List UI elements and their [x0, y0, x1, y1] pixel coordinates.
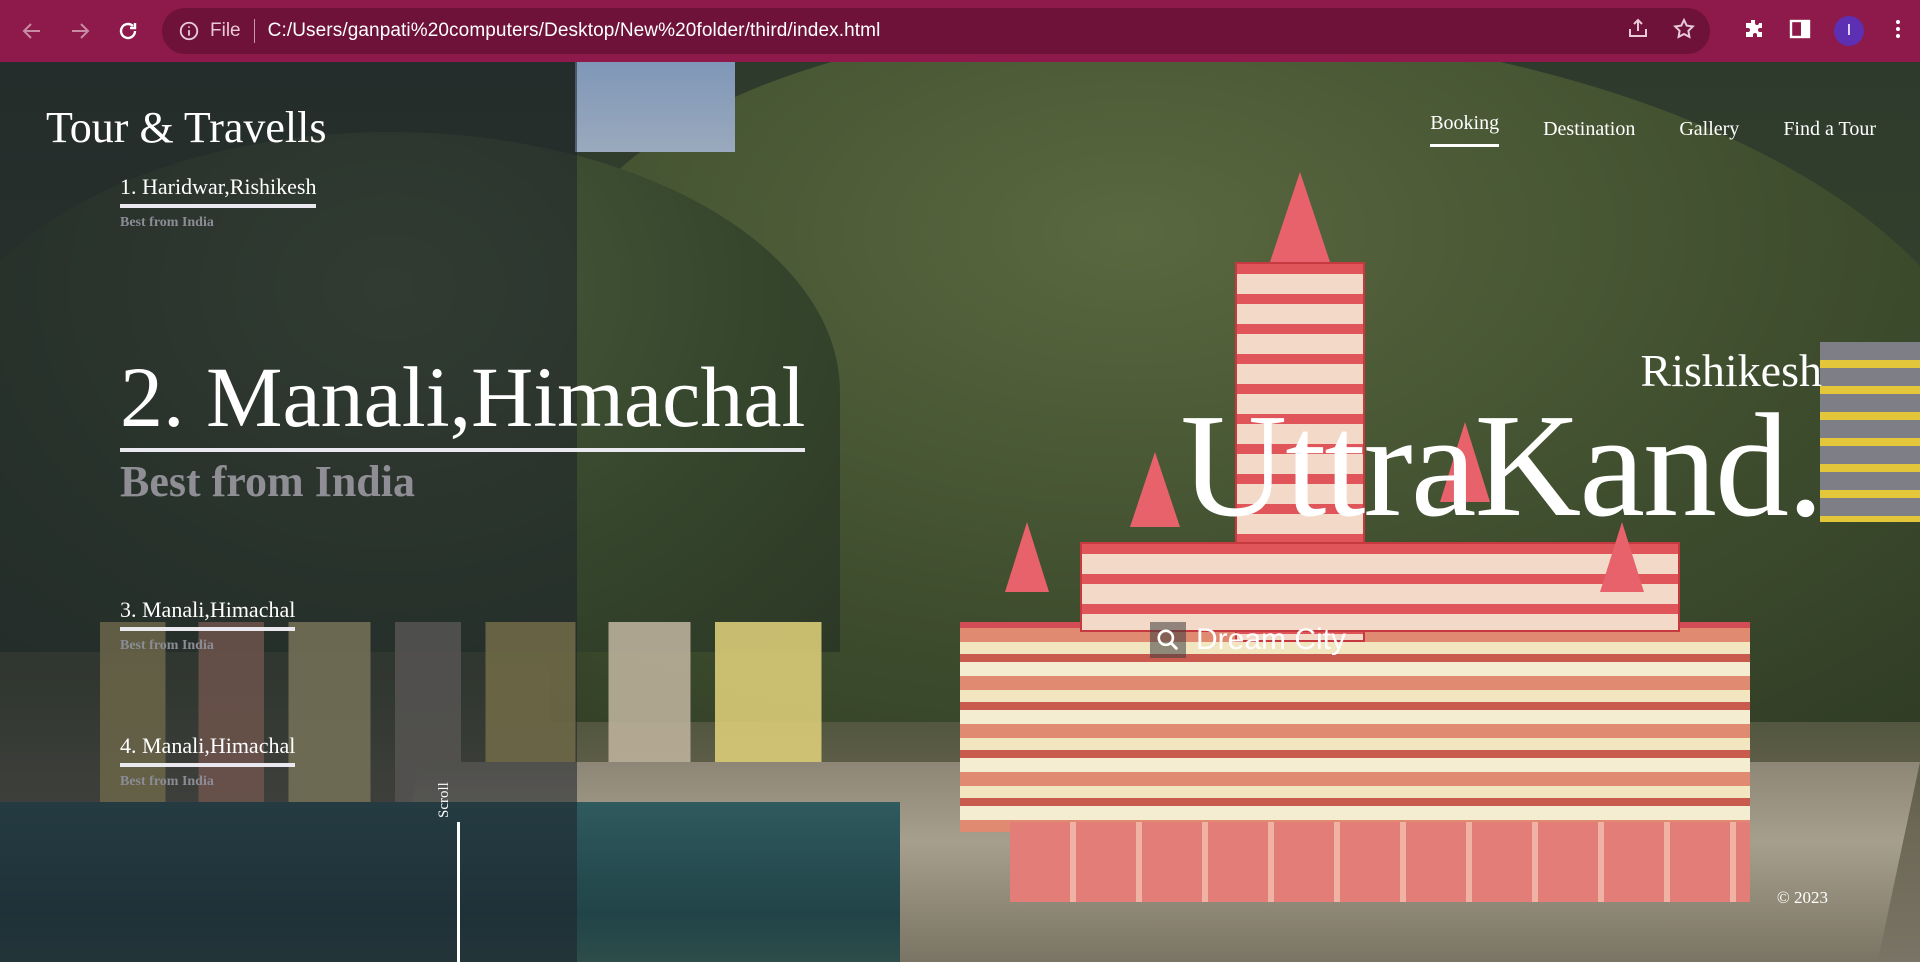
side-panel-icon[interactable] — [1788, 17, 1812, 46]
address-bar[interactable]: File C:/Users/ganpati%20computers/Deskto… — [162, 8, 1710, 54]
tour-subtitle: Best from India — [120, 638, 214, 653]
share-icon[interactable] — [1626, 17, 1650, 46]
browser-toolbar: File C:/Users/ganpati%20computers/Deskto… — [0, 0, 1920, 62]
reload-icon — [119, 22, 137, 40]
nav-link-gallery[interactable]: Gallery — [1679, 118, 1739, 147]
file-label: File — [210, 20, 241, 41]
search-icon[interactable] — [1150, 622, 1186, 658]
tour-title[interactable]: 4. Manali,Himachal — [120, 733, 296, 767]
nav-link-destination[interactable]: Destination — [1543, 118, 1635, 147]
star-icon[interactable] — [1672, 17, 1696, 46]
extensions-icon[interactable] — [1742, 17, 1766, 46]
main-nav: Booking Destination Gallery Find a Tour — [1430, 112, 1876, 147]
tour-item-2-featured[interactable]: 2. Manali,Himachal Best from India — [120, 352, 806, 507]
scroll-indicator-line[interactable] — [457, 822, 460, 962]
more-menu-icon[interactable] — [1886, 17, 1910, 46]
site-logo-text[interactable]: Tour & Travells — [46, 102, 327, 153]
profile-avatar[interactable]: I — [1834, 16, 1864, 46]
tour-subtitle: Best from India — [120, 215, 214, 230]
tour-title[interactable]: 3. Manali,Himachal — [120, 597, 296, 631]
reload-button[interactable] — [108, 11, 148, 51]
url-text[interactable]: C:/Users/ganpati%20computers/Desktop/New… — [268, 20, 881, 42]
forward-button[interactable] — [60, 11, 100, 51]
tour-item-1[interactable]: 1. Haridwar,Rishikesh Best from India — [120, 174, 317, 231]
tour-item-3[interactable]: 3. Manali,Himachal Best from India — [120, 597, 296, 654]
tour-title[interactable]: 1. Haridwar,Rishikesh — [120, 174, 317, 208]
divider — [253, 19, 255, 43]
arrow-left-icon — [22, 23, 40, 39]
tour-subtitle: Best from India — [120, 457, 415, 507]
page-viewport: Tour & Travells Booking Destination Gall… — [0, 62, 1920, 962]
tour-title[interactable]: 2. Manali,Himachal — [120, 352, 806, 453]
dream-city-search[interactable]: Dream City — [1150, 622, 1346, 658]
hero-state-name: UttraKand. — [1180, 384, 1824, 548]
nav-link-find-a-tour[interactable]: Find a Tour — [1783, 118, 1876, 147]
tour-item-4[interactable]: 4. Manali,Himachal Best from India — [120, 733, 296, 790]
info-icon[interactable] — [178, 20, 200, 42]
scroll-label: Scroll — [436, 782, 452, 818]
tour-subtitle: Best from India — [120, 774, 214, 789]
search-label[interactable]: Dream City — [1196, 623, 1346, 657]
back-button[interactable] — [12, 11, 52, 51]
copyright-text: © 2023 — [1776, 888, 1828, 907]
arrow-right-icon — [72, 23, 90, 39]
nav-link-booking[interactable]: Booking — [1430, 112, 1500, 147]
